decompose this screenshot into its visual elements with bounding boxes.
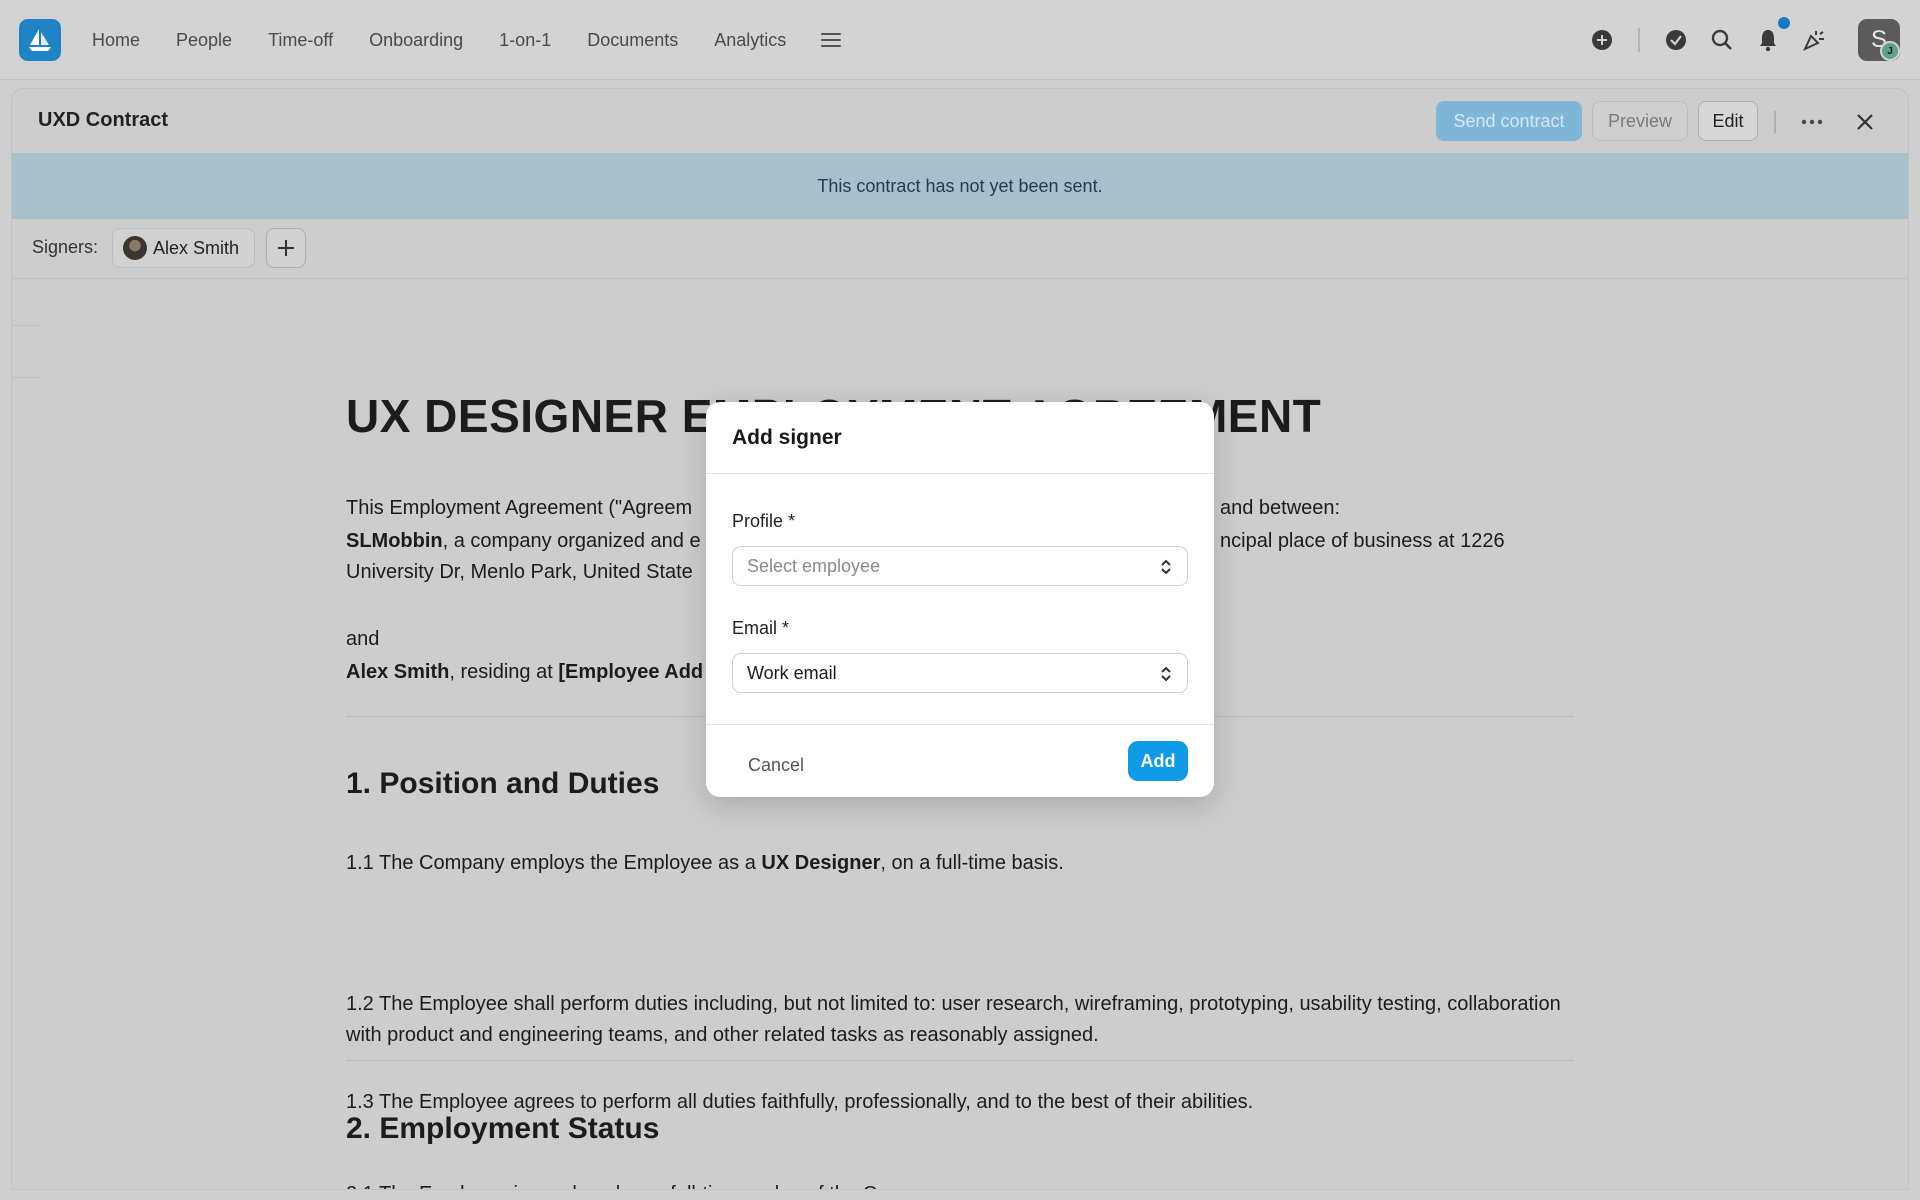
dialog-divider: [706, 724, 1214, 725]
nav-analytics[interactable]: Analytics: [714, 30, 786, 51]
header-separator: [1774, 111, 1776, 133]
nav-separator: [1638, 28, 1640, 52]
clause-2-1: 2.1 The Employee is employed on a full-t…: [346, 1179, 1586, 1189]
check-circle-icon[interactable]: [1664, 28, 1688, 52]
nav-time-off[interactable]: Time-off: [268, 30, 333, 51]
search-icon[interactable]: [1710, 28, 1734, 52]
bell-icon[interactable]: [1756, 28, 1780, 52]
side-divider: [12, 325, 42, 326]
dialog-divider: [706, 473, 1214, 474]
cancel-button[interactable]: Cancel: [732, 746, 820, 784]
profile-placeholder: Select employee: [747, 555, 881, 576]
side-divider: [12, 377, 42, 378]
clause-1-2: 1.2 The Employee shall perform duties in…: [346, 993, 1561, 1046]
more-options-icon[interactable]: [1799, 109, 1825, 135]
plus-icon: [278, 240, 294, 256]
dialog-title: Add signer: [732, 426, 842, 449]
clause-1-1-end: , on a full-time basis.: [880, 852, 1064, 874]
signer-avatar: [123, 236, 147, 260]
job-title: UX Designer: [761, 852, 881, 874]
section-divider: [346, 1060, 1574, 1061]
clause-1-1: 1.1 The Company employs the Employee as …: [346, 848, 1586, 879]
nav-onboarding[interactable]: Onboarding: [369, 30, 463, 51]
send-contract-button[interactable]: Send contract: [1436, 101, 1582, 141]
more-menu-icon[interactable]: [820, 31, 842, 49]
add-button[interactable]: Add: [1128, 741, 1188, 781]
top-navigation: Home People Time-off Onboarding 1-on-1 D…: [0, 0, 1920, 80]
panel-header: UXD Contract Send contract Preview Edit: [12, 89, 1908, 153]
company-text: , a company organized and e: [442, 530, 701, 552]
nav-one-on-one[interactable]: 1-on-1: [499, 30, 551, 51]
edit-button[interactable]: Edit: [1698, 101, 1758, 141]
email-label: Email *: [732, 618, 790, 638]
intro-text-start: This Employment Agreement ("Agreem: [346, 497, 693, 519]
preview-button[interactable]: Preview: [1592, 101, 1688, 141]
workspace-badge: J: [1880, 41, 1900, 61]
company-name: SLMobbin: [346, 530, 443, 552]
employee-address: [Employee Add: [558, 661, 704, 683]
company-text-end: ncipal place of business at 1226: [1220, 530, 1505, 552]
add-signer-dialog: Add signer Profile * Select employee Ema…: [706, 402, 1214, 797]
clause-1-1-text: 1.1 The Company employs the Employee as …: [346, 852, 762, 874]
plus-circle-icon[interactable]: [1590, 28, 1614, 52]
nav-home[interactable]: Home: [92, 30, 140, 51]
signer-chip[interactable]: Alex Smith: [112, 228, 255, 268]
nav-people[interactable]: People: [176, 30, 232, 51]
signer-name: Alex Smith: [153, 237, 240, 258]
notification-dot: [1778, 17, 1790, 29]
email-select[interactable]: Work email: [732, 653, 1188, 693]
chevron-up-down-icon: [1161, 559, 1171, 575]
employee-text: , residing at: [449, 661, 559, 683]
close-icon[interactable]: [1852, 109, 1878, 135]
add-signer-button[interactable]: [266, 228, 306, 268]
employee-name: Alex Smith: [346, 661, 450, 683]
signers-label: Signers:: [32, 237, 99, 257]
main-menu: Home People Time-off Onboarding 1-on-1 D…: [92, 0, 842, 80]
email-value: Work email: [747, 662, 837, 683]
nav-documents[interactable]: Documents: [587, 30, 678, 51]
profile-select[interactable]: Select employee: [732, 546, 1188, 586]
celebration-icon[interactable]: [1802, 28, 1826, 52]
section-1-heading: 1. Position and Duties: [346, 767, 660, 800]
app-logo[interactable]: [19, 19, 61, 61]
section-2-heading: 2. Employment Status: [346, 1112, 660, 1145]
intro-text-end: and between:: [1220, 497, 1341, 519]
sailboat-icon: [29, 29, 51, 51]
status-banner: This contract has not yet been sent.: [12, 153, 1908, 219]
contract-title: UXD Contract: [38, 109, 169, 131]
chevron-up-down-icon: [1161, 666, 1171, 682]
profile-label: Profile *: [732, 511, 796, 531]
signers-bar: Signers: Alex Smith: [12, 219, 1908, 279]
